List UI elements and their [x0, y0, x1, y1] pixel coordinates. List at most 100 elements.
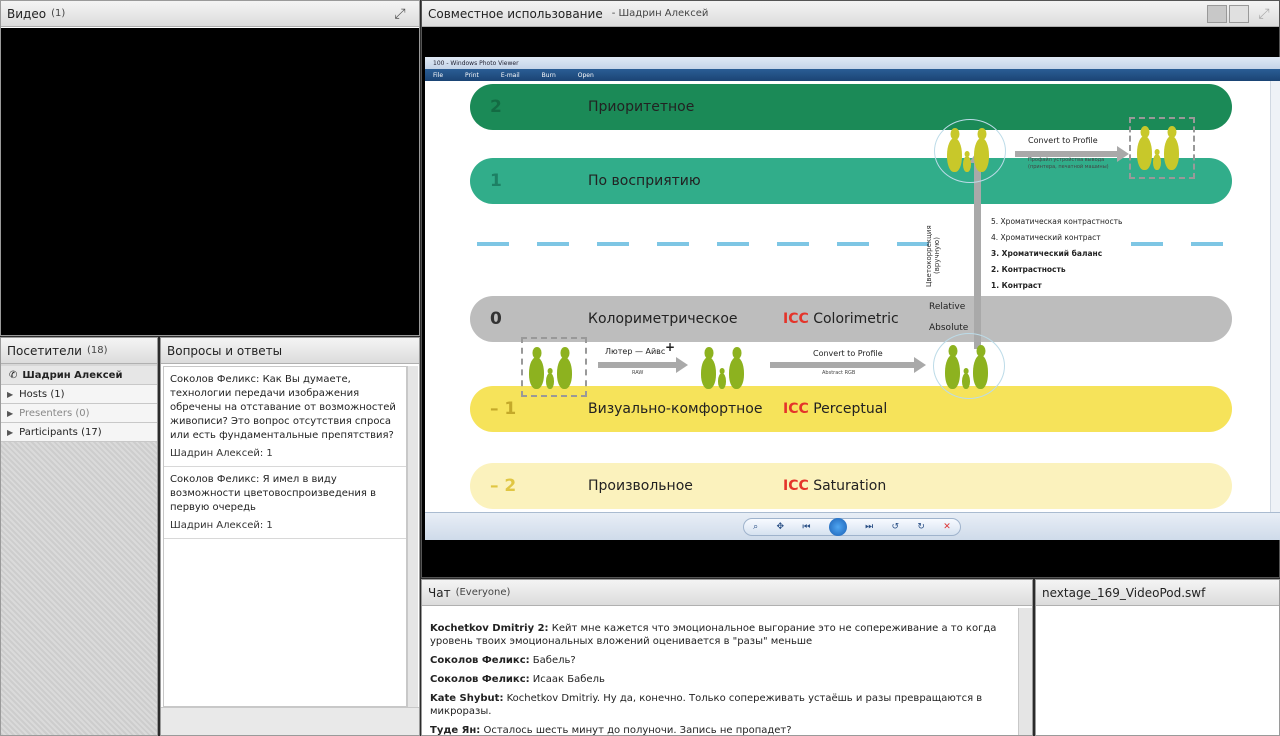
figure-icon [1153, 154, 1161, 170]
attendees-pod: Посетители (18) ✆ Шадрин Алексей ▶ Hosts… [0, 337, 158, 736]
previous-icon[interactable]: ⏮ [802, 522, 810, 532]
layout-single-icon[interactable] [1207, 5, 1227, 23]
attendees-pod-header: Посетители (18) [1, 338, 157, 364]
vertical-label: Цветокоррекция (вручную) [925, 225, 941, 287]
video-area [1, 28, 419, 335]
layout-full-icon[interactable] [1229, 5, 1249, 23]
chat-pod: Чат (Everyone) Kochetkov Dmitriy 2: Кейт… [421, 579, 1033, 736]
band-icc: ICC Perceptual [783, 401, 887, 417]
relative-label: Relative [929, 302, 966, 312]
chat-author: Туде Ян: [430, 725, 481, 736]
qa-question: Соколов Феликс: Я имел в виду возможност… [170, 474, 377, 513]
divider-dash [837, 242, 869, 246]
convert-top-sub: Профайл устройства вывода (принтера, печ… [1028, 157, 1109, 170]
slideshow-icon[interactable] [828, 518, 847, 536]
chat-scrollbar[interactable] [1018, 608, 1032, 735]
chat-text: Бабель? [529, 655, 576, 666]
viewer-menu-email[interactable]: E-mail [501, 72, 520, 79]
band-num: 2 [490, 97, 502, 117]
video-title: Видео [7, 6, 47, 21]
figure-icon [974, 138, 989, 172]
band-icc: ICC Colorimetric [783, 311, 899, 327]
convert-mid-arrow [770, 357, 926, 373]
list-item: 5. Хроматическая контрастность [991, 217, 1123, 226]
attendee-self[interactable]: ✆ Шадрин Алексей [1, 366, 157, 385]
fit-icon[interactable]: ✥ [777, 522, 785, 532]
icc-prefix: ICC [783, 311, 809, 327]
figure-icon [1164, 136, 1179, 170]
band-label: Визуально-комфортное [588, 401, 763, 417]
band-label: Произвольное [588, 478, 693, 494]
figures-group [529, 347, 579, 389]
qa-scrollbar[interactable] [407, 366, 418, 707]
figure-icon [973, 355, 988, 389]
video-pod: Видео (1) ⤢ [0, 0, 420, 336]
rotate-right-icon[interactable]: ↻ [917, 522, 925, 532]
rotate-left-icon[interactable]: ↺ [892, 522, 900, 532]
figure-icon [945, 355, 960, 389]
photo-viewer-window: 100 - Windows Photo Viewer File Print E-… [425, 57, 1280, 540]
chat-scope[interactable]: (Everyone) [456, 587, 511, 598]
group-hosts[interactable]: ▶ Hosts (1) [1, 385, 157, 404]
share-presenter: - Шадрин Алексей [611, 8, 709, 19]
band-colorimetric: 0 Колориметрическое ICC Colorimetric [470, 296, 1232, 342]
group-label: Hosts (1) [19, 388, 65, 400]
list-item: 4. Хроматический контраст [991, 233, 1101, 242]
viewer-menu-open[interactable]: Open [578, 72, 594, 79]
fullscreen-icon[interactable]: ⤢ [391, 5, 409, 23]
viewer-menu-file[interactable]: File [433, 72, 443, 79]
chat-message: Kate Shybut: Kochetkov Dmitriy. Ну да, к… [430, 692, 1012, 718]
chat-pod-header: Чат (Everyone) [422, 580, 1032, 606]
list-item: 2. Контрастность [991, 265, 1066, 274]
luther-arrow [598, 357, 688, 373]
qa-pod-header: Вопросы и ответы [161, 338, 419, 364]
band-num: – 1 [490, 399, 517, 419]
viewer-menu-burn[interactable]: Burn [542, 72, 556, 79]
band-label: Колориметрическое [588, 311, 738, 327]
figure-icon [962, 373, 970, 389]
icc-text: Saturation [808, 478, 887, 494]
band-icc: ICC Saturation [783, 478, 886, 494]
attendees-title: Посетители [7, 343, 82, 358]
attendees-list: ✆ Шадрин Алексей ▶ Hosts (1) ▶ Presenter… [1, 366, 157, 735]
qa-list: Соколов Феликс: Как Вы думаете, технолог… [163, 366, 407, 707]
fullscreen-icon[interactable]: ⤢ [1255, 5, 1273, 23]
chat-author: Kate Shybut: [430, 693, 504, 704]
qa-item[interactable]: Соколов Феликс: Я имел в виду возможност… [164, 467, 406, 539]
viewer-title-bar: 100 - Windows Photo Viewer [425, 57, 1280, 69]
divider-dash [1191, 242, 1223, 246]
band-arbitrary: – 2 Произвольное ICC Saturation [470, 463, 1232, 509]
group-participants[interactable]: ▶ Participants (17) [1, 423, 157, 442]
chat-messages: Kochetkov Dmitriy 2: Кейт мне кажется чт… [422, 608, 1018, 735]
chat-message: Туде Ян: Осталось шесть минут до полуноч… [430, 724, 1012, 736]
absolute-label: Absolute [929, 323, 969, 333]
chat-message: Соколов Феликс: Исаак Бабель [430, 673, 1012, 686]
next-icon[interactable]: ⏭ [865, 522, 873, 532]
viewer-menu-print[interactable]: Print [465, 72, 479, 79]
divider-dash [657, 242, 689, 246]
chat-message: Kochetkov Dmitriy 2: Кейт мне кажется чт… [430, 622, 1012, 648]
icc-text: Perceptual [808, 401, 888, 417]
group-label: Presenters (0) [19, 407, 90, 419]
figure-icon [1137, 136, 1152, 170]
figure-icon [963, 156, 971, 172]
qa-item[interactable]: Соколов Феликс: Как Вы думаете, технолог… [164, 367, 406, 467]
zoom-icon[interactable]: ⌕ [753, 522, 758, 532]
figure-icon [529, 357, 544, 389]
group-label: Participants (17) [19, 426, 102, 438]
chat-author: Kochetkov Dmitriy 2: [430, 623, 549, 634]
convert-top-label: Convert to Profile [1028, 136, 1098, 145]
band-num: 0 [490, 309, 502, 329]
qa-footer [161, 707, 419, 735]
viewer-scrollbar[interactable] [1270, 81, 1280, 512]
viewer-toolbar: ⌕ ✥ ⏮ ⏭ ↺ ↻ ✕ [425, 512, 1280, 540]
qa-pod: Вопросы и ответы Соколов Феликс: Как Вы … [160, 337, 420, 736]
icc-prefix: ICC [783, 401, 809, 417]
raw-label: RAW [632, 370, 644, 376]
attendee-name: Шадрин Алексей [22, 369, 123, 381]
plus-label: + [665, 340, 676, 354]
viewer-window-title: 100 - Windows Photo Viewer [433, 59, 519, 67]
expand-icon: ▶ [7, 389, 14, 399]
group-presenters[interactable]: ▶ Presenters (0) [1, 404, 157, 423]
delete-icon[interactable]: ✕ [943, 522, 951, 532]
